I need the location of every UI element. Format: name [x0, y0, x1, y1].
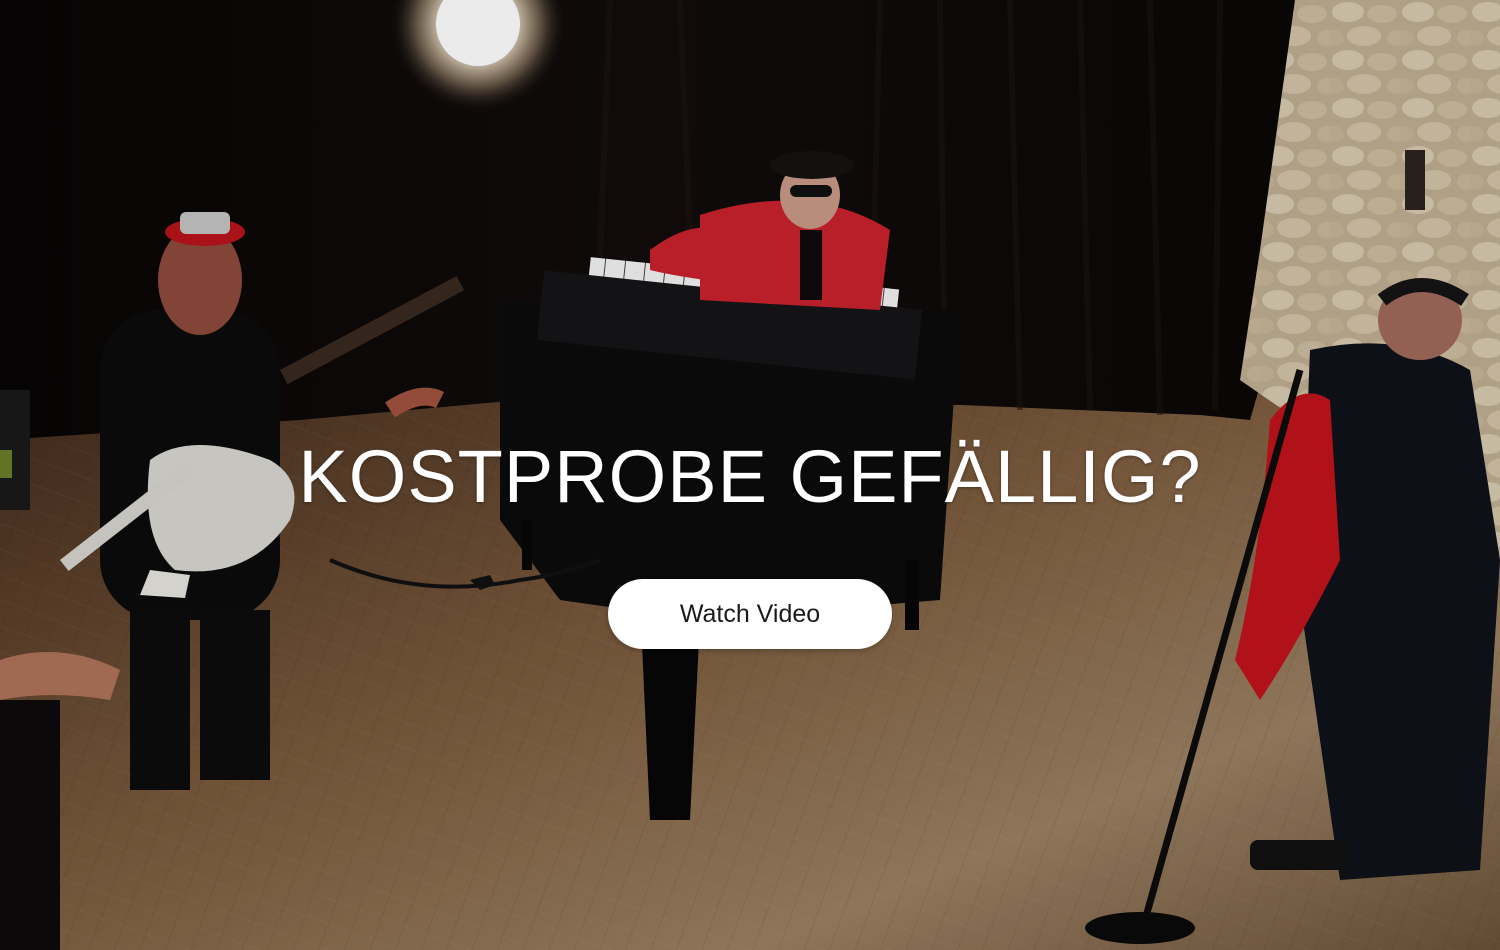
- hero-headline: KOSTPROBE GEFÄLLIG?: [298, 435, 1202, 518]
- watch-video-button[interactable]: Watch Video: [608, 579, 892, 649]
- video-hero-section: KOSTPROBE GEFÄLLIG? Watch Video: [0, 0, 1500, 950]
